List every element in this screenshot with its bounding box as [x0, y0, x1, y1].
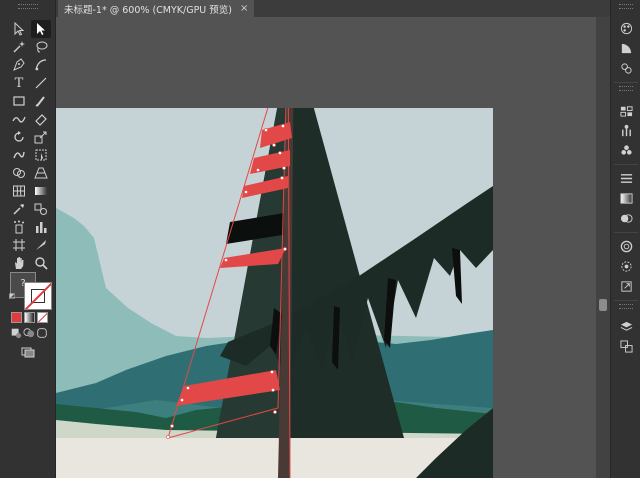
symbols-icon[interactable] — [617, 122, 635, 138]
lasso-tool-icon[interactable] — [31, 38, 51, 56]
toolbar-grip[interactable] — [18, 4, 38, 9]
color-mode-icon[interactable] — [11, 312, 22, 323]
direct-selection-tool-icon[interactable] — [31, 20, 51, 38]
dock-grip[interactable] — [619, 304, 633, 309]
symbol-sprayer-tool-icon[interactable] — [9, 218, 29, 236]
mesh-tool-icon[interactable] — [9, 182, 29, 200]
gradient-mode-icon[interactable] — [24, 312, 35, 323]
transparency-icon[interactable] — [617, 210, 635, 226]
magic-wand-tool-icon[interactable] — [9, 38, 29, 56]
type-tool-icon[interactable]: T — [9, 74, 29, 92]
artboard-tool-icon[interactable] — [9, 236, 29, 254]
screen-mode-icon[interactable] — [18, 343, 38, 361]
gradient-icon[interactable] — [617, 190, 635, 206]
appearance-icon[interactable] — [617, 238, 635, 254]
free-transform-tool-icon[interactable] — [31, 146, 51, 164]
scroll-thumb[interactable] — [599, 299, 607, 311]
paintbrush-tool-icon[interactable] — [31, 92, 51, 110]
none-mode-icon[interactable] — [37, 312, 48, 323]
blend-tool-icon[interactable] — [31, 200, 51, 218]
cc-libraries-icon[interactable] — [617, 258, 635, 274]
eyedropper-tool-icon[interactable] — [9, 200, 29, 218]
gradient-tool-icon[interactable] — [31, 182, 51, 200]
layers-icon[interactable] — [617, 318, 635, 334]
stroke-icon[interactable] — [617, 170, 635, 186]
selection-tool-icon[interactable] — [9, 20, 29, 38]
slice-tool-icon[interactable] — [31, 236, 51, 254]
color-icon[interactable] — [617, 40, 635, 56]
warp-tool-icon[interactable] — [9, 146, 29, 164]
draw-normal-icon[interactable] — [10, 328, 22, 339]
rectangle-tool-icon[interactable] — [9, 92, 29, 110]
color-guide-icon[interactable] — [617, 20, 635, 36]
scale-tool-icon[interactable] — [31, 128, 51, 146]
rotate-tool-icon[interactable] — [9, 128, 29, 146]
perspective-grid-tool-icon[interactable] — [31, 164, 51, 182]
brushes-icon[interactable] — [617, 60, 635, 76]
pen-tool-icon[interactable] — [9, 56, 29, 74]
stroke-swatch[interactable] — [24, 282, 52, 310]
export-icon[interactable] — [617, 278, 635, 294]
document-tab-title: 未标题-1* @ 600% (CMYK/GPU 预览) — [64, 4, 232, 16]
draw-behind-icon[interactable] — [23, 328, 35, 338]
column-graph-tool-icon[interactable] — [31, 218, 51, 236]
document-tab[interactable]: 未标题-1* @ 600% (CMYK/GPU 预览) × — [58, 0, 255, 17]
artboards-icon[interactable] — [617, 338, 635, 354]
tools-panel: T ? ◩ — [0, 0, 56, 478]
curvature-tool-icon[interactable] — [31, 56, 51, 74]
document-tab-bar: 未标题-1* @ 600% (CMYK/GPU 预览) × — [56, 0, 610, 17]
graphic-styles-icon[interactable] — [617, 142, 635, 158]
eraser-tool-icon[interactable] — [31, 110, 51, 128]
line-segment-tool-icon[interactable] — [31, 74, 51, 92]
default-colors-icon[interactable]: ◩ — [8, 292, 16, 300]
right-panel-dock — [610, 0, 640, 478]
close-icon[interactable]: × — [240, 3, 248, 14]
vertical-scrollbar[interactable] — [596, 17, 610, 478]
dock-grip[interactable] — [619, 86, 633, 91]
dock-grip[interactable] — [619, 4, 633, 9]
swatches-icon[interactable] — [617, 102, 635, 118]
draw-inside-icon[interactable] — [36, 328, 48, 338]
artboard[interactable] — [56, 108, 493, 478]
canvas[interactable] — [56, 17, 596, 478]
shape-builder-tool-icon[interactable] — [9, 164, 29, 182]
shaper-tool-icon[interactable] — [9, 110, 29, 128]
